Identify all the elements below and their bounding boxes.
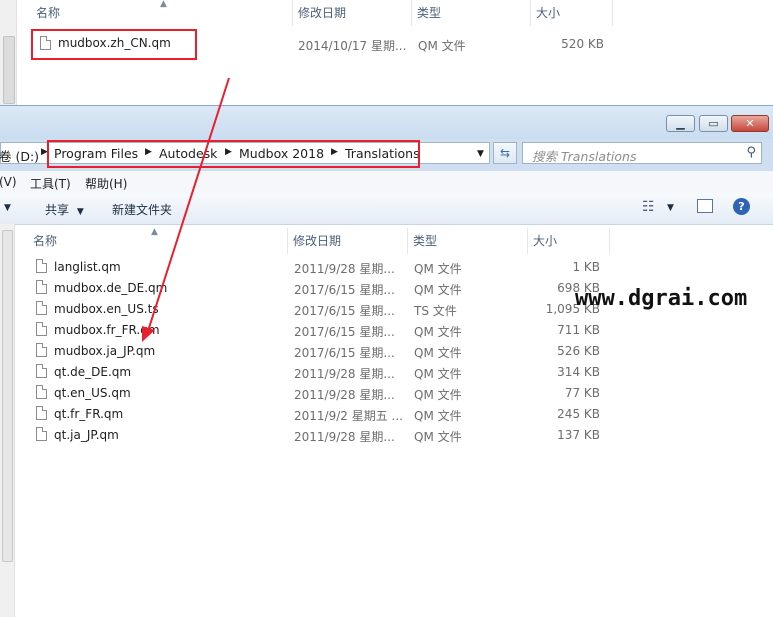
watermark-text: www.dgrai.com	[575, 286, 748, 311]
annotation-arrow-line	[147, 77, 230, 332]
annotation-arrow-head	[142, 326, 155, 342]
